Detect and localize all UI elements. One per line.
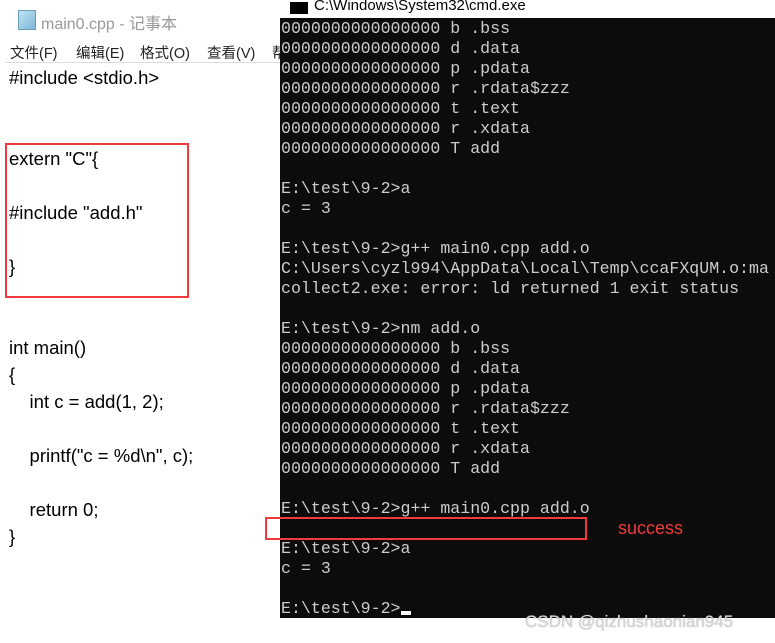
console-line: c = 3 [281, 199, 331, 218]
cmd-title: C:\Windows\System32\cmd.exe [314, 0, 526, 14]
notepad-icon [18, 10, 36, 30]
cmd-icon [290, 2, 308, 14]
console-line: 0000000000000000 p .pdata [281, 379, 530, 398]
editor-text-area[interactable]: #include <stdio.h> extern "C"{ #include … [9, 64, 193, 550]
notepad-title-bar[interactable]: main0.cpp - 记事本 [5, 0, 285, 40]
console-line: 0000000000000000 b .bss [281, 19, 511, 38]
code-line: return 0; [9, 499, 99, 520]
watermark: CSDN @qizhushaonian945 [525, 612, 734, 631]
console-line: E:\test\9-2>nm add.o [281, 319, 481, 338]
menu-format[interactable]: 格式(O) [140, 42, 190, 63]
menu-view[interactable]: 查看(V) [207, 42, 255, 63]
notepad-window: main0.cpp - 记事本 文件(F) 编辑(E) 格式(O) 查看(V) … [5, 0, 287, 643]
console-line: 0000000000000000 d .data [281, 39, 520, 58]
console-line: 0000000000000000 t .text [281, 419, 520, 438]
code-line: } [9, 526, 16, 547]
code-line: int c = add(1, 2); [9, 391, 164, 412]
code-line: int main() [9, 337, 87, 358]
menu-bar: 文件(F) 编辑(E) 格式(O) 查看(V) 帮 [5, 40, 287, 63]
highlight-extern-c [5, 143, 189, 298]
console-line: E:\test\9-2>g++ main0.cpp add.o [281, 239, 590, 258]
console-line: E:\test\9-2>g++ main0.cpp add.o [281, 499, 590, 518]
console-line: 0000000000000000 T add [281, 459, 501, 478]
code-line: printf("c = %d\n", c); [9, 445, 194, 466]
cmd-title-bar[interactable]: C:\Windows\System32\cmd.exe [280, 0, 775, 18]
console-line: c = 3 [281, 559, 331, 578]
window-title: main0.cpp - 记事本 [41, 16, 178, 33]
success-annotation: success [618, 518, 684, 538]
console-line: collect2.exe: error: ld returned 1 exit … [281, 279, 740, 298]
console-line: 0000000000000000 d .data [281, 359, 520, 378]
console-line: 0000000000000000 b .bss [281, 339, 511, 358]
console-line: E:\test\9-2>a [281, 539, 411, 558]
console-line: 0000000000000000 t .text [281, 99, 520, 118]
console-line: 0000000000000000 T add [281, 139, 501, 158]
highlight-empty-output [265, 517, 587, 540]
console-line: C:\Users\cyzl994\AppData\Local\Temp\ccaF… [281, 259, 769, 278]
menu-edit[interactable]: 编辑(E) [76, 42, 124, 63]
console-line: 0000000000000000 r .xdata [281, 439, 530, 458]
console-line: 0000000000000000 r .rdata$zzz [281, 399, 570, 418]
console-line: E:\test\9-2>a [281, 179, 411, 198]
console-line: 0000000000000000 r .xdata [281, 119, 530, 138]
code-line: #include <stdio.h> [9, 67, 160, 88]
menu-file[interactable]: 文件(F) [10, 42, 58, 63]
console-line: 0000000000000000 r .rdata$zzz [281, 79, 570, 98]
code-line: { [9, 364, 16, 385]
text-cursor [400, 611, 411, 615]
console-line: 0000000000000000 p .pdata [281, 59, 530, 78]
